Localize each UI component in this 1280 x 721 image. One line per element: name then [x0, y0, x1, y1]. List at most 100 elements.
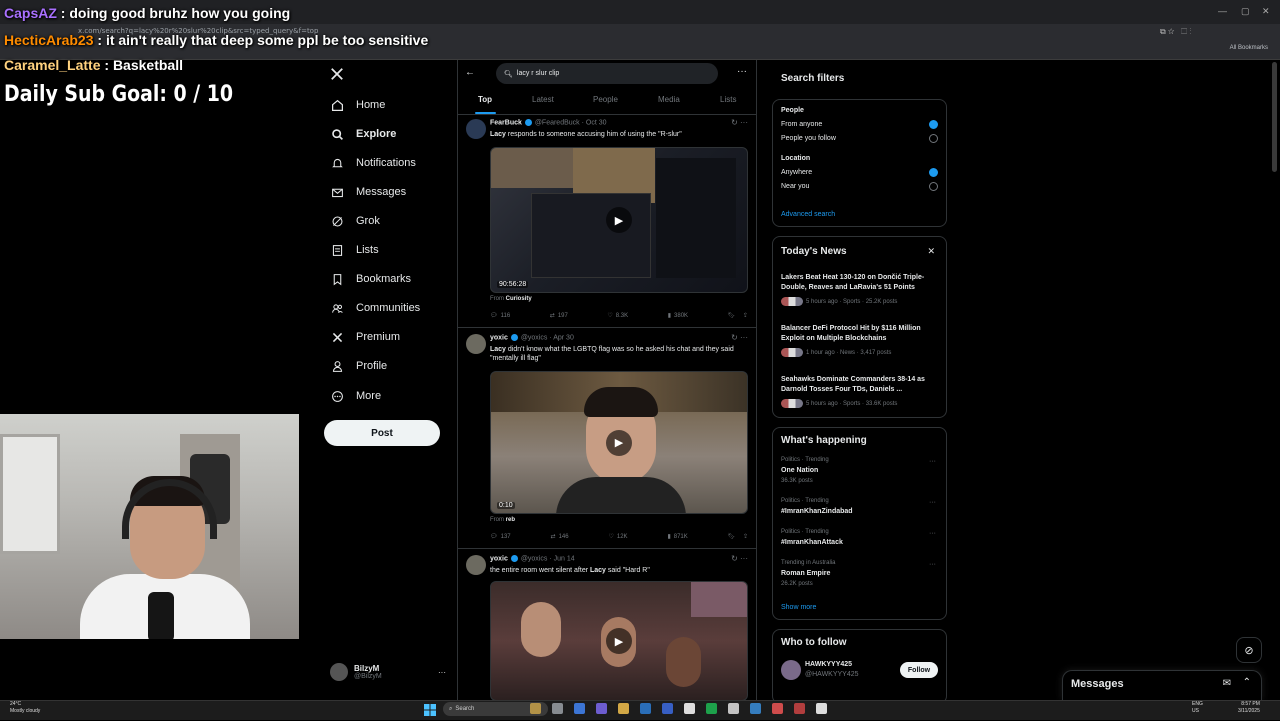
bookmark-share[interactable]: 🔖︎ ⇪	[728, 533, 748, 540]
sidebar-item-premium[interactable]: Premium	[330, 330, 400, 344]
new-message-icon[interactable]: ✉	[1223, 678, 1231, 689]
sidebar-item-profile[interactable]: Profile	[330, 359, 387, 373]
like-button[interactable]: ♡ 12K	[608, 533, 627, 541]
show-more-link[interactable]: Show more	[781, 604, 816, 611]
file-explorer-icon[interactable]	[618, 703, 629, 714]
play-icon[interactable]: ▶	[606, 207, 632, 233]
sidebar-item-lists[interactable]: Lists	[330, 243, 379, 257]
advanced-search-link[interactable]: Advanced search	[781, 211, 835, 218]
discord-icon[interactable]	[596, 703, 607, 714]
tweet-author[interactable]: yoxic	[490, 555, 508, 562]
video-source-name[interactable]: Curiosity	[506, 296, 532, 302]
tweet-menu-icon[interactable]: ↻ ···	[731, 118, 748, 127]
avatar[interactable]	[466, 334, 486, 354]
tweet[interactable]: FearBuck @FearedBuck · Oct 30 ↻ ··· Lacy…	[466, 118, 750, 324]
sidebar-item-more[interactable]: More	[330, 389, 381, 403]
tweet-author[interactable]: FearBuck	[490, 119, 522, 126]
from-anyone-option[interactable]: From anyone	[781, 121, 822, 128]
trend-title[interactable]: #ImranKhanZindabad	[781, 508, 853, 515]
tab-people[interactable]: People	[593, 95, 618, 104]
maximize-icon[interactable]: ▢	[1241, 6, 1250, 17]
views-button[interactable]: ▮ 380K	[668, 312, 688, 320]
trend-title[interactable]: One Nation	[781, 467, 818, 474]
edge-icon[interactable]	[662, 703, 673, 714]
people-you-follow-radio[interactable]	[929, 134, 938, 143]
browser-toolbar-icons[interactable]: ⧉ ☆ ⬚ ⋮	[1160, 27, 1192, 37]
like-button[interactable]: ♡ 8.3K	[607, 312, 628, 320]
tweet-author[interactable]: yoxic	[490, 334, 508, 341]
account-switcher[interactable]: BilzyM @BilzyM	[330, 663, 382, 681]
x-logo-icon[interactable]	[330, 67, 344, 86]
sidebar-item-communities[interactable]: Communities	[330, 301, 420, 315]
post-button[interactable]: Post	[324, 420, 440, 446]
play-icon[interactable]: ▶	[606, 628, 632, 654]
more-options-icon[interactable]: ···	[929, 530, 936, 537]
messages-drawer[interactable]: Messages ✉ ⌃	[1062, 670, 1262, 700]
clock[interactable]: 8:57 PM 3/11/2025	[1238, 701, 1260, 715]
capcut-icon[interactable]	[728, 703, 739, 714]
account-more-icon[interactable]: ···	[438, 668, 446, 677]
bookmark-share[interactable]: 🔖︎ ⇪	[728, 312, 748, 319]
tweet-handle[interactable]: @yoxics	[521, 334, 548, 341]
follow-button[interactable]: Follow	[900, 662, 938, 678]
news-item-title[interactable]: Balancer DeFi Protocol Hit by $116 Milli…	[781, 324, 941, 344]
tweet-menu-icon[interactable]: ↻ ···	[731, 333, 748, 342]
tweet-handle[interactable]: @FearedBuck	[535, 119, 580, 126]
minimize-icon[interactable]: —	[1218, 6, 1227, 16]
reply-button[interactable]: 💬︎ 137	[490, 533, 511, 541]
tweet-video[interactable]: ▶ 90:56:28	[490, 147, 748, 293]
views-button[interactable]: ▮ 871K	[667, 533, 687, 541]
widgets-icon[interactable]	[530, 703, 541, 714]
share-icon[interactable]: ⇪	[743, 533, 748, 540]
trend-title[interactable]: #ImranKhanAttack	[781, 539, 843, 546]
news-item-title[interactable]: Seahawks Dominate Commanders 38-14 as Da…	[781, 375, 941, 395]
avatar[interactable]	[781, 660, 801, 680]
back-arrow-icon[interactable]: ←	[465, 67, 475, 78]
tweet-menu-icon[interactable]: ↻ ···	[731, 554, 748, 563]
notepad-icon[interactable]	[684, 703, 695, 714]
tweet-video[interactable]: ▶ 0:10	[490, 371, 748, 514]
play-icon[interactable]: ▶	[606, 429, 632, 456]
tweet[interactable]: yoxic @yoxics · Jun 14 ↻ ··· the entire …	[466, 554, 750, 701]
near-you-radio[interactable]	[929, 182, 938, 191]
game-icon[interactable]	[794, 703, 805, 714]
sidebar-item-explore[interactable]: Explore	[330, 127, 396, 141]
windows-start-icon[interactable]	[424, 703, 436, 716]
repost-button[interactable]: ⇄ 197	[550, 312, 568, 320]
tweet-date[interactable]: · Jun 14	[549, 555, 574, 562]
share-icon[interactable]: ⇪	[743, 312, 748, 319]
tweet-date[interactable]: · Apr 30	[549, 334, 574, 341]
store-icon[interactable]	[750, 703, 761, 714]
trend-title[interactable]: Roman Empire	[781, 570, 830, 577]
language-indicator[interactable]: ENG US	[1192, 701, 1203, 715]
steam-icon[interactable]	[640, 703, 651, 714]
close-icon[interactable]: ✕	[927, 246, 935, 257]
sidebar-item-messages[interactable]: Messages	[330, 185, 406, 199]
avatar[interactable]	[466, 119, 486, 139]
all-bookmarks[interactable]: All Bookmarks	[1230, 45, 1268, 51]
task-view-icon[interactable]	[552, 703, 563, 714]
tab-media[interactable]: Media	[658, 95, 680, 104]
chrome-icon[interactable]	[574, 703, 585, 714]
more-options-icon[interactable]: ···	[929, 458, 936, 465]
tweet-video[interactable]: ▶	[490, 581, 748, 701]
spotify-icon[interactable]	[706, 703, 717, 714]
more-options-icon[interactable]: ···	[737, 66, 747, 77]
anywhere-option[interactable]: Anywhere	[781, 169, 812, 176]
anywhere-radio[interactable]	[929, 168, 938, 177]
tab-lists[interactable]: Lists	[720, 95, 736, 104]
close-window-icon[interactable]: ✕	[1262, 6, 1270, 17]
bookmark-icon[interactable]: 🔖︎	[728, 312, 736, 319]
more-options-icon[interactable]: ···	[929, 561, 936, 568]
tab-top[interactable]: Top	[478, 95, 492, 104]
suggested-user-handle[interactable]: @HAWKYYY425	[805, 671, 859, 678]
sidebar-item-grok[interactable]: Grok	[330, 214, 380, 228]
news-item-title[interactable]: Lakers Beat Heat 130-120 on Dončić Tripl…	[781, 273, 941, 293]
reply-button[interactable]: 💬︎ 116	[490, 312, 510, 320]
obs-icon[interactable]	[772, 703, 783, 714]
people-you-follow-option[interactable]: People you follow	[781, 135, 836, 142]
from-anyone-radio[interactable]	[929, 120, 938, 129]
sidebar-item-home[interactable]: Home	[330, 98, 385, 112]
tweet-handle[interactable]: @yoxics	[521, 555, 548, 562]
tweet[interactable]: yoxic @yoxics · Apr 30 ↻ ··· Lacy didn't…	[466, 333, 750, 544]
